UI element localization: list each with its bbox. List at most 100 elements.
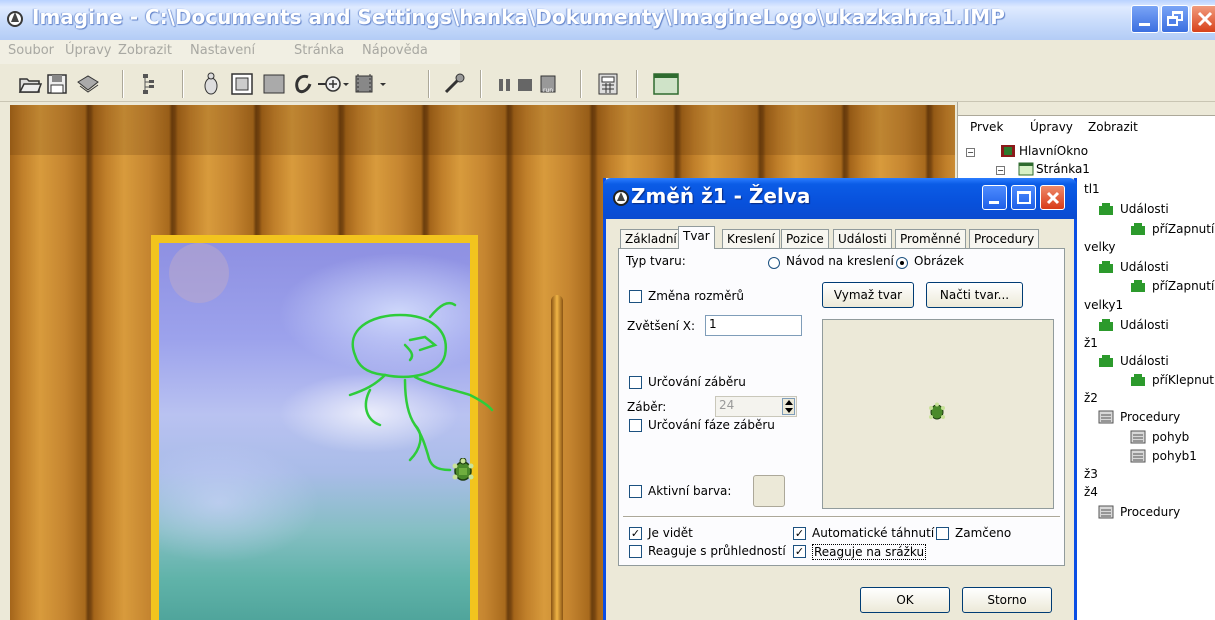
tree-node-velky[interactable]: velky <box>1084 240 1115 254</box>
resize-label: Změna rozměrů <box>648 289 744 303</box>
print-icon[interactable] <box>74 72 102 96</box>
dialog-maximize-button[interactable] <box>1011 185 1036 210</box>
radio-image[interactable] <box>896 257 908 269</box>
active-color-checkbox[interactable] <box>629 485 642 498</box>
pause-icon[interactable] <box>496 72 514 96</box>
radio-image-label[interactable]: Obrázek <box>914 254 964 268</box>
menu-nastaveni[interactable]: Nastavení <box>190 43 255 58</box>
procedure-icon <box>1130 449 1146 463</box>
restore-button[interactable] <box>1161 5 1189 33</box>
tree-node-z2[interactable]: ž2 <box>1084 391 1098 405</box>
collision-checkbox[interactable]: ✓ <box>793 545 806 558</box>
minimize-button[interactable] <box>1131 5 1159 33</box>
open-folder-icon[interactable] <box>18 72 42 96</box>
locked-checkbox[interactable] <box>936 527 949 540</box>
zoom-x-label: Zvětšení X: <box>627 319 696 333</box>
tree-node-udalosti[interactable]: Události <box>1120 318 1169 332</box>
tree-node-udalosti[interactable]: Události <box>1120 260 1169 274</box>
tree-node-tl1[interactable]: tl1 <box>1084 182 1100 196</box>
spinner-arrows-icon[interactable] <box>782 398 795 415</box>
minimize-icon <box>989 201 999 204</box>
calculator-icon[interactable] <box>596 72 620 96</box>
tree-icon[interactable] <box>140 72 162 96</box>
turtle-preview-icon <box>929 402 945 420</box>
tree-node-z3[interactable]: ž3 <box>1084 467 1098 481</box>
main-titlebar[interactable]: Imagine - C:\Documents and Settings\hank… <box>0 0 1215 40</box>
tab-kresleni[interactable]: Kreslení <box>722 229 780 248</box>
tree-node-z4[interactable]: ž4 <box>1084 485 1098 499</box>
tree-node-prizapnuti[interactable]: příZapnutí <box>1152 222 1214 236</box>
save-icon[interactable] <box>45 72 69 96</box>
dialog-close-button[interactable] <box>1040 185 1065 210</box>
frame-define-checkbox[interactable] <box>629 376 642 389</box>
imagine-app-icon <box>7 11 23 27</box>
tree-node-procedury[interactable]: Procedury <box>1120 505 1180 519</box>
stop-icon[interactable] <box>516 72 534 96</box>
tab-procedury[interactable]: Procedury <box>969 229 1040 248</box>
active-color-label: Aktivní barva: <box>648 484 732 498</box>
tree-node-procedury[interactable]: Procedury <box>1120 410 1180 424</box>
panel-menu-zobrazit[interactable]: Zobrazit <box>1088 120 1138 134</box>
tab-zakladni[interactable]: Základní <box>620 229 682 248</box>
tree-node-udalosti[interactable]: Události <box>1120 202 1169 216</box>
slider-icon[interactable] <box>318 72 350 96</box>
tab-tvar[interactable]: Tvar <box>678 226 715 249</box>
dialog-minimize-button[interactable] <box>982 185 1007 210</box>
procedures-icon <box>1098 505 1114 519</box>
tree-node-pohyb[interactable]: pohyb <box>1152 430 1189 444</box>
active-color-swatch[interactable] <box>753 475 785 507</box>
transparency-checkbox[interactable] <box>629 545 642 558</box>
tree-collapse-icon[interactable]: − <box>966 148 975 157</box>
menu-upravy[interactable]: Úpravy <box>65 43 111 58</box>
clear-shape-button[interactable]: Vymaž tvar <box>822 282 914 308</box>
turtle-new-icon[interactable] <box>200 72 222 96</box>
transparency-label: Reaguje s průhledností <box>648 544 786 558</box>
window-title: Imagine - C:\Documents and Settings\hank… <box>32 5 1005 29</box>
tree-node-z1[interactable]: ž1 <box>1084 336 1098 350</box>
toolbar: run <box>0 64 1215 102</box>
load-shape-button[interactable]: Načti tvar... <box>926 282 1023 308</box>
tab-promenne[interactable]: Proměnné <box>895 229 966 248</box>
magic-icon[interactable] <box>442 72 468 96</box>
text-icon[interactable] <box>292 72 314 96</box>
ok-button[interactable]: OK <box>860 587 950 613</box>
panel-icon[interactable] <box>262 72 286 96</box>
close-icon <box>1046 191 1060 205</box>
auto-drag-checkbox[interactable]: ✓ <box>793 527 806 540</box>
cancel-button[interactable]: Storno <box>962 587 1052 613</box>
tree-node-stranka1[interactable]: Stránka1 <box>1036 162 1090 176</box>
resize-checkbox[interactable] <box>629 290 642 303</box>
tree-node-pohyb1[interactable]: pohyb1 <box>1152 449 1197 463</box>
tab-udalosti[interactable]: Události <box>833 229 892 248</box>
auto-drag-label: Automatické táhnutí <box>812 526 935 540</box>
menu-napoveda[interactable]: Nápověda <box>362 43 428 58</box>
tree-node-udalosti[interactable]: Události <box>1120 354 1169 368</box>
tree-node-prizapnuti[interactable]: příZapnutí <box>1152 279 1214 293</box>
panel-menu-upravy[interactable]: Úpravy <box>1030 120 1073 134</box>
locked-label: Zamčeno <box>955 526 1012 540</box>
screen-icon[interactable] <box>652 72 680 96</box>
dialog-app-icon <box>613 190 629 206</box>
menu-soubor[interactable]: Soubor <box>8 43 54 58</box>
menu-zobrazit[interactable]: Zobrazit <box>118 43 172 58</box>
tree-node-priklepnuti[interactable]: příKlepnutí <box>1152 373 1215 387</box>
dialog-titlebar[interactable]: Změň ž1 - Želva <box>603 178 1077 219</box>
tree-node-hlavniokno[interactable]: HlavníOkno <box>1019 144 1088 158</box>
panel-menu-prvek[interactable]: Prvek <box>970 120 1003 134</box>
zoom-x-input[interactable]: 1 <box>705 315 802 336</box>
shape-type-label: Typ tvaru: <box>626 254 686 268</box>
events-icon <box>1099 319 1113 331</box>
run-icon[interactable]: run <box>538 72 560 96</box>
tab-pozice[interactable]: Pozice <box>781 229 829 248</box>
tree-node-velky1[interactable]: velky1 <box>1084 298 1123 312</box>
menu-stranka[interactable]: Stránka <box>294 43 344 58</box>
close-button[interactable] <box>1191 5 1215 33</box>
visible-checkbox[interactable]: ✓ <box>629 527 642 540</box>
button-icon[interactable] <box>230 72 254 96</box>
media-icon[interactable] <box>352 72 388 96</box>
radio-drawing-guide-label[interactable]: Návod na kreslení <box>786 254 894 268</box>
frame-phase-checkbox[interactable] <box>629 419 642 432</box>
page-icon <box>1018 162 1034 176</box>
radio-drawing-guide[interactable] <box>768 257 780 269</box>
turtle-icon[interactable] <box>450 458 476 484</box>
